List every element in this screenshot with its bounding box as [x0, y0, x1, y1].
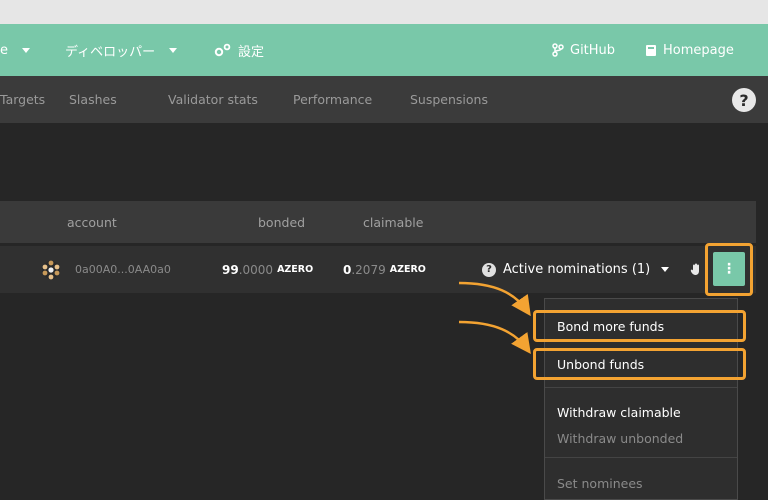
arrow-to-unbond: [458, 320, 531, 355]
arrow-to-bond-more: [458, 281, 531, 317]
callout-arrows: [458, 281, 531, 355]
